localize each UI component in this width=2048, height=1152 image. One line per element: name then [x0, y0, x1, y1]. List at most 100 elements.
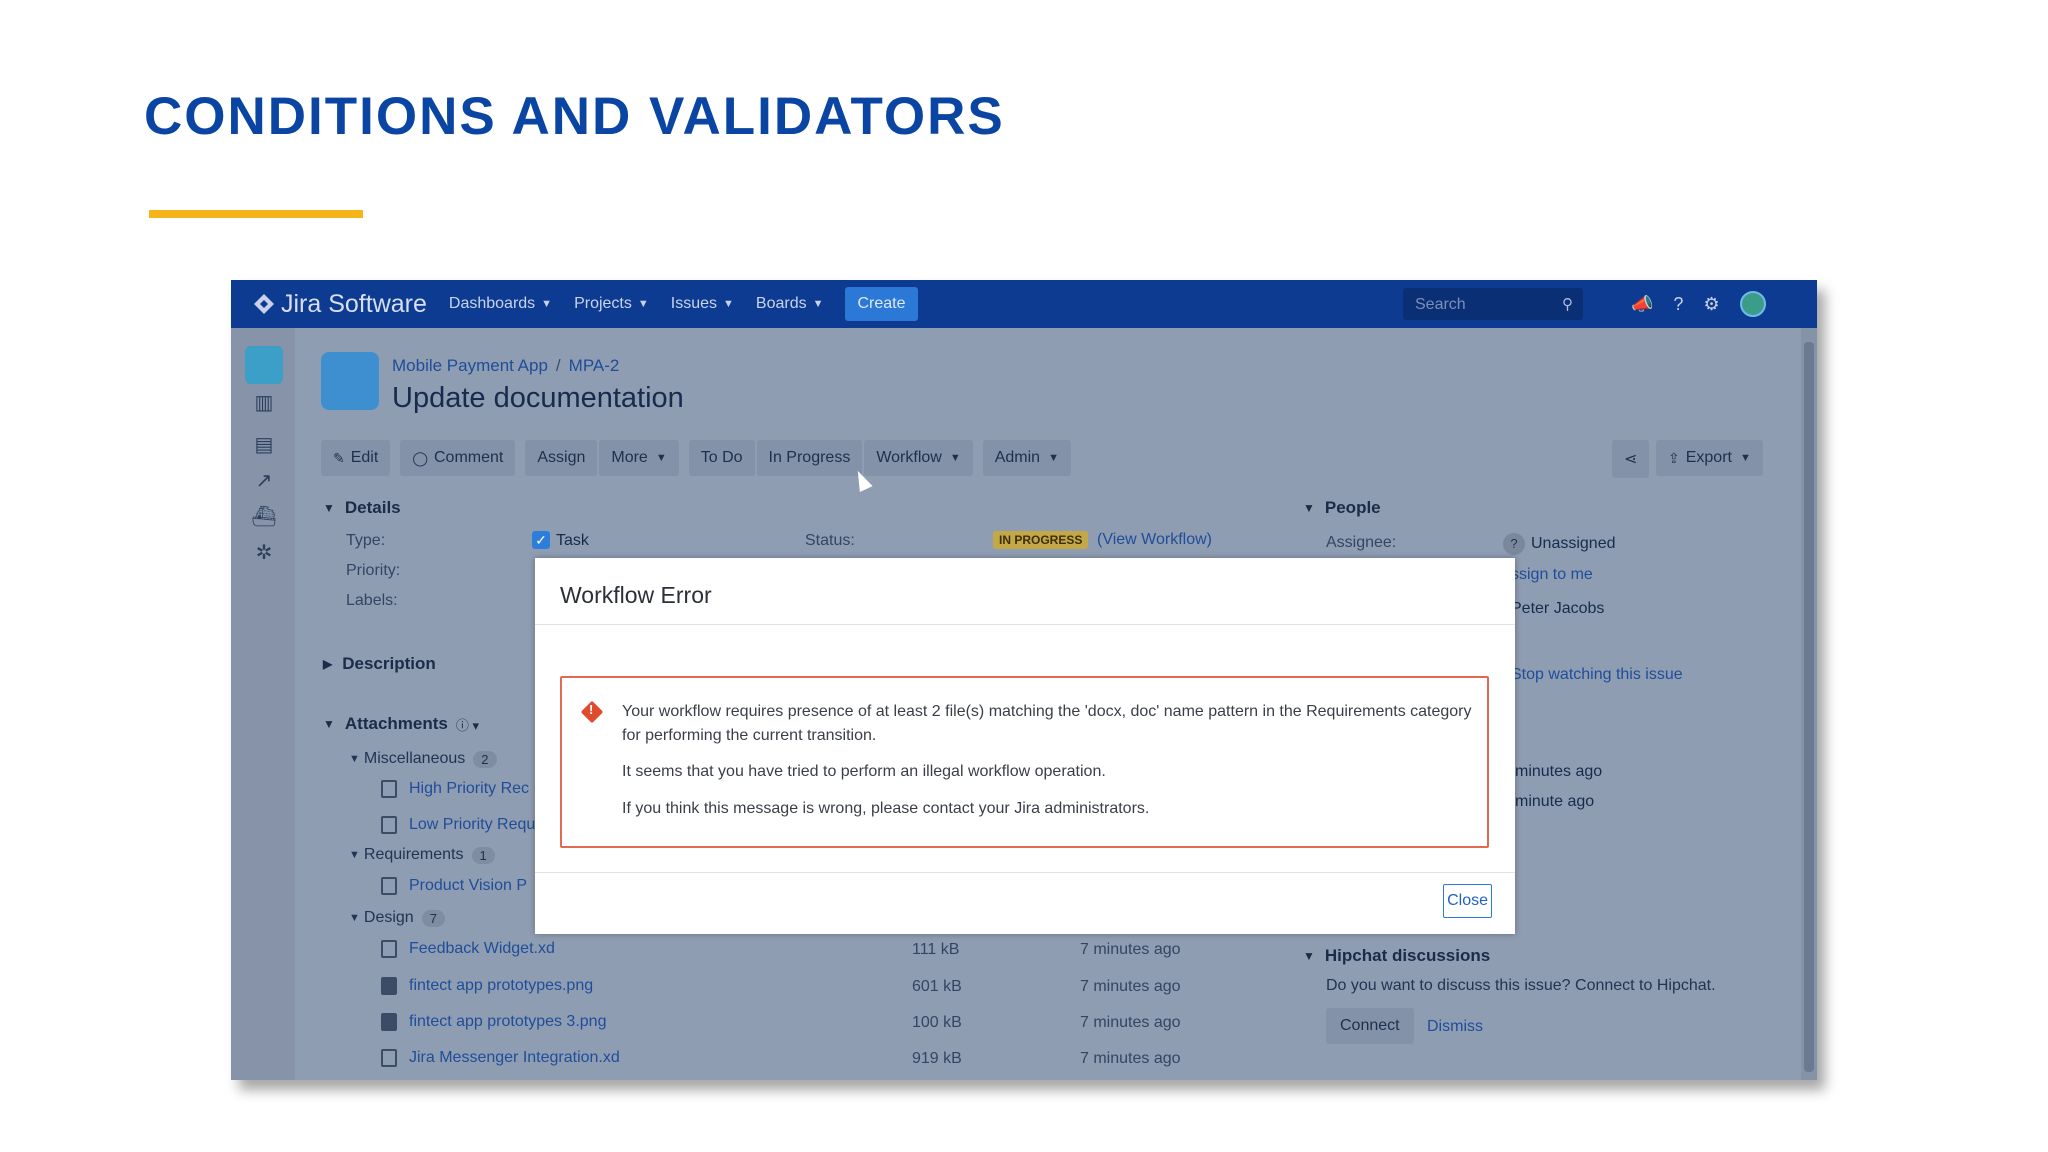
image-file-icon: [381, 1013, 397, 1031]
megaphone-icon[interactable]: 📣: [1631, 294, 1653, 315]
attachment-group-design[interactable]: ▼ Design 7: [349, 909, 445, 927]
spreadsheet-file-icon: [381, 780, 397, 798]
group-count: 1: [471, 846, 495, 864]
comment-button[interactable]: ◯ Comment: [400, 440, 516, 476]
in-progress-button[interactable]: In Progress: [756, 440, 863, 476]
assign-to-me-link[interactable]: ssign to me: [1511, 566, 1593, 584]
attachment-group-requirements[interactable]: ▼ Requirements 1: [349, 846, 495, 864]
chevron-down-icon: ▼: [949, 452, 961, 464]
comment-label: Comment: [433, 449, 504, 466]
help-icon[interactable]: ⓘ ▾: [456, 715, 479, 734]
search-input[interactable]: Search ⚲: [1403, 288, 1583, 320]
admin-label: Admin: [994, 449, 1041, 466]
admin-button[interactable]: Admin ▼: [982, 440, 1071, 476]
people-heading: People: [1324, 498, 1381, 517]
breadcrumb-project[interactable]: Mobile Payment App: [392, 356, 548, 376]
dismiss-link[interactable]: Dismiss: [1427, 1018, 1483, 1036]
share-icon: ⋖: [1624, 451, 1638, 468]
attachments-heading: Attachments: [344, 714, 448, 733]
ship-icon[interactable]: ⛴: [251, 504, 277, 528]
attachment-size: 100 kB: [912, 1014, 962, 1031]
project-avatar[interactable]: [245, 346, 283, 384]
people-section-header[interactable]: ▼ People: [1303, 498, 1381, 518]
attachment-row[interactable]: fintect app prototypes 3.png: [381, 1013, 606, 1031]
attachment-row[interactable]: fintect app prototypes.png: [381, 977, 593, 995]
stop-watching-link[interactable]: Stop watching this issue: [1511, 666, 1683, 684]
attachment-time: 7 minutes ago: [1080, 978, 1181, 995]
user-avatar[interactable]: [1739, 291, 1766, 317]
chevron-down-icon: ▼: [655, 452, 667, 464]
attachment-row[interactable]: Feedback Widget.xd: [381, 940, 555, 958]
chart-icon[interactable]: ↗: [251, 468, 277, 492]
breadcrumb-issue-key[interactable]: MPA-2: [569, 356, 620, 376]
more-button[interactable]: More ▼: [599, 440, 679, 476]
error-line: If you think this message is wrong, plea…: [622, 800, 1150, 817]
nav-dashboards[interactable]: Dashboards ▼: [449, 295, 552, 313]
chevron-down-icon: ▼: [323, 717, 335, 731]
assign-button[interactable]: Assign: [525, 440, 598, 476]
scrollbar-thumb[interactable]: [1804, 342, 1814, 1072]
view-workflow-link[interactable]: (View Workflow): [1097, 531, 1212, 549]
group-name: Design: [363, 909, 414, 926]
gear-icon[interactable]: ⚙: [1703, 294, 1719, 315]
close-button[interactable]: Close: [1443, 884, 1492, 918]
edit-label: Edit: [350, 449, 379, 466]
dialog-footer-divider: [535, 872, 1515, 873]
create-button[interactable]: Create: [845, 287, 918, 321]
chevron-down-icon: ▼: [349, 753, 360, 765]
export-button[interactable]: ⇪ Export ▼: [1656, 440, 1763, 476]
breadcrumb: Mobile Payment App / MPA-2: [392, 356, 619, 376]
reporter-value: Peter Jacobs: [1511, 600, 1604, 618]
issue-toolbar: ✎ Edit ◯ Comment Assign More ▼ To Do In Pro…: [321, 440, 1073, 476]
status-value: IN PROGRESS: [993, 531, 1089, 549]
workflow-button[interactable]: Workflow ▼: [864, 440, 973, 476]
attachment-row[interactable]: Product Vision P: [381, 877, 527, 895]
nav-projects[interactable]: Projects ▼: [574, 295, 649, 313]
connect-button[interactable]: Connect: [1326, 1008, 1414, 1044]
nav-issues[interactable]: Issues ▼: [671, 295, 734, 313]
status-label: Status:: [805, 532, 855, 549]
issue-title: Update documentation: [392, 382, 684, 414]
file-icon: [381, 1049, 397, 1067]
share-button[interactable]: ⋖: [1612, 440, 1650, 478]
reporter-name: Peter Jacobs: [1511, 600, 1605, 617]
hipchat-text: Do you want to discuss this issue? Conne…: [1326, 977, 1716, 994]
attachment-row[interactable]: Jira Messenger Integration.xd: [381, 1049, 620, 1067]
attachment-name: Feedback Widget.xd: [409, 940, 555, 957]
attachment-name: Jira Messenger Integration.xd: [409, 1049, 620, 1066]
created-date: minutes ago: [1515, 763, 1603, 780]
board-icon[interactable]: ▥: [251, 390, 277, 414]
spreadsheet-file-icon: [381, 816, 397, 834]
status-badge: IN PROGRESS: [993, 531, 1089, 549]
page-scrollbar[interactable]: [1801, 328, 1817, 1080]
attachment-row[interactable]: High Priority Rec: [381, 780, 529, 798]
comment-icon: ◯: [412, 449, 428, 466]
hipchat-heading: Hipchat discussions: [1324, 946, 1491, 965]
attachment-group-miscellaneous[interactable]: ▼ Miscellaneous 2: [349, 750, 497, 768]
reports-monitor-icon[interactable]: ▤: [251, 432, 277, 456]
attachments-section-header[interactable]: ▼ Attachments ⓘ ▾: [323, 714, 479, 734]
jira-screenshot: Jira Software Dashboards ▼ Projects ▼ Issu…: [231, 280, 1817, 1080]
attachment-name: High Priority Rec: [409, 780, 530, 797]
top-icons: 📣 ? ⚙: [1631, 291, 1766, 317]
todo-button[interactable]: To Do: [688, 440, 755, 476]
export-icon: ⇪: [1668, 449, 1680, 466]
details-section-header[interactable]: ▼ Details: [323, 498, 401, 518]
puzzle-icon[interactable]: ✲: [251, 540, 277, 564]
nav-boards[interactable]: Boards ▼: [756, 295, 824, 313]
title-underline: [149, 210, 363, 218]
jira-diamond-icon: [254, 294, 274, 314]
breadcrumb-separator: /: [555, 356, 561, 375]
description-heading: Description: [342, 654, 436, 673]
attachment-name: Product Vision P: [409, 877, 527, 894]
edit-button[interactable]: ✎ Edit: [321, 440, 391, 476]
jira-logo[interactable]: Jira Software: [253, 290, 427, 319]
attachment-name: Low Priority Requ: [409, 816, 536, 833]
attachment-row[interactable]: Low Priority Requ: [381, 816, 535, 834]
image-file-icon: [381, 977, 397, 995]
hipchat-section-header[interactable]: ▼ Hipchat discussions: [1303, 946, 1490, 966]
description-section-header[interactable]: ▶ Description: [323, 654, 436, 674]
help-icon[interactable]: ?: [1673, 294, 1683, 315]
export-label: Export: [1685, 449, 1732, 466]
chevron-down-icon: ▼: [541, 298, 553, 310]
